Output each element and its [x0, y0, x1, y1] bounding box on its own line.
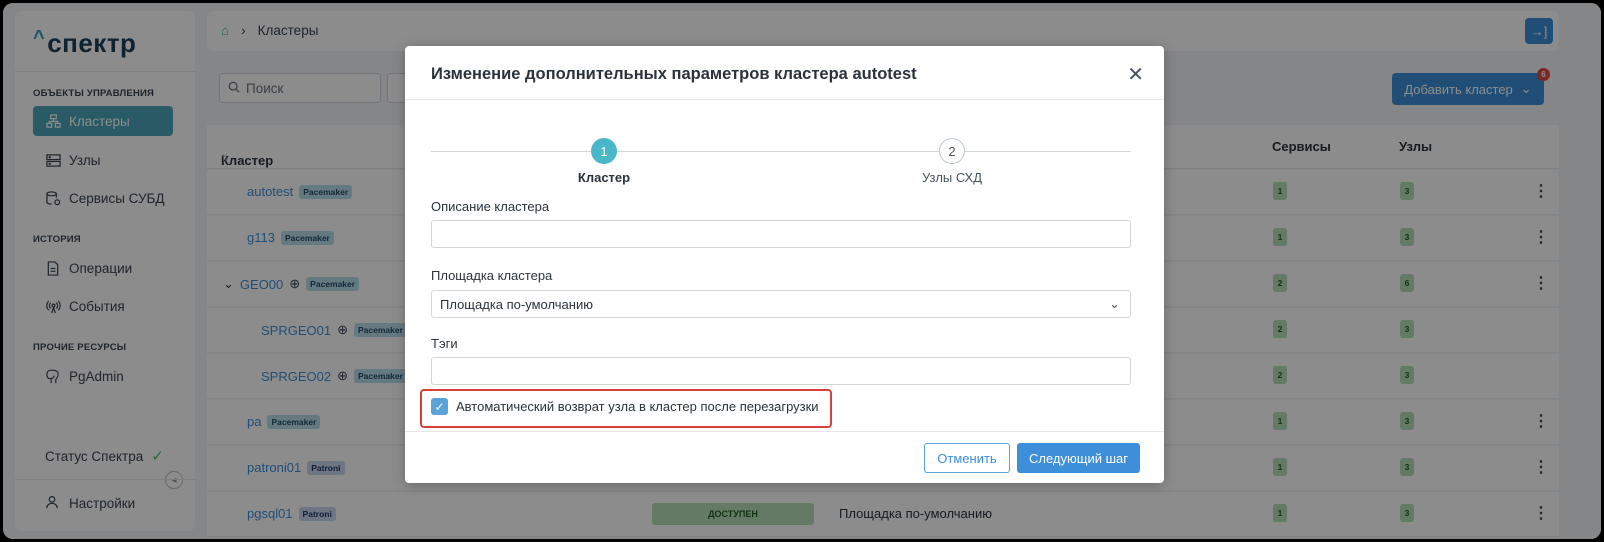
- step-2-indicator: 2: [939, 138, 965, 164]
- tags-field[interactable]: [431, 357, 1131, 385]
- site-select[interactable]: Площадка по-умолчанию ⌄: [431, 290, 1131, 318]
- description-label: Описание кластера: [431, 199, 550, 214]
- tags-label: Тэги: [431, 336, 458, 351]
- stepper-line: [965, 151, 1131, 152]
- step-1-label: Кластер: [577, 170, 631, 185]
- auto-return-checkbox[interactable]: ✓: [431, 398, 448, 415]
- auto-return-option[interactable]: ✓ Автоматический возврат узла в кластер …: [431, 398, 819, 415]
- modal-divider: [405, 99, 1164, 100]
- step-1-indicator: 1: [591, 138, 617, 164]
- site-select-value: Площадка по-умолчанию: [440, 296, 593, 312]
- description-field[interactable]: [431, 220, 1131, 248]
- next-step-button[interactable]: Следующий шаг: [1017, 443, 1140, 473]
- modal-title: Изменение дополнительных параметров клас…: [431, 65, 917, 83]
- modal-divider: [405, 431, 1164, 432]
- app-window: ^спектр ОБЪЕКТЫ УПРАВЛЕНИЯ Кластеры Узлы…: [3, 3, 1601, 539]
- step-2-label: Узлы СХД: [921, 170, 983, 185]
- site-label: Площадка кластера: [431, 268, 553, 283]
- stepper-line: [431, 151, 591, 152]
- stepper-line: [617, 151, 939, 152]
- cancel-button[interactable]: Отменить: [924, 443, 1010, 473]
- chevron-down-icon: ⌄: [1109, 296, 1120, 311]
- edit-cluster-modal: Изменение дополнительных параметров клас…: [405, 46, 1164, 483]
- auto-return-label: Автоматический возврат узла в кластер по…: [456, 399, 819, 414]
- checkmark-icon: ✓: [434, 399, 445, 414]
- close-icon[interactable]: ✕: [1127, 62, 1144, 87]
